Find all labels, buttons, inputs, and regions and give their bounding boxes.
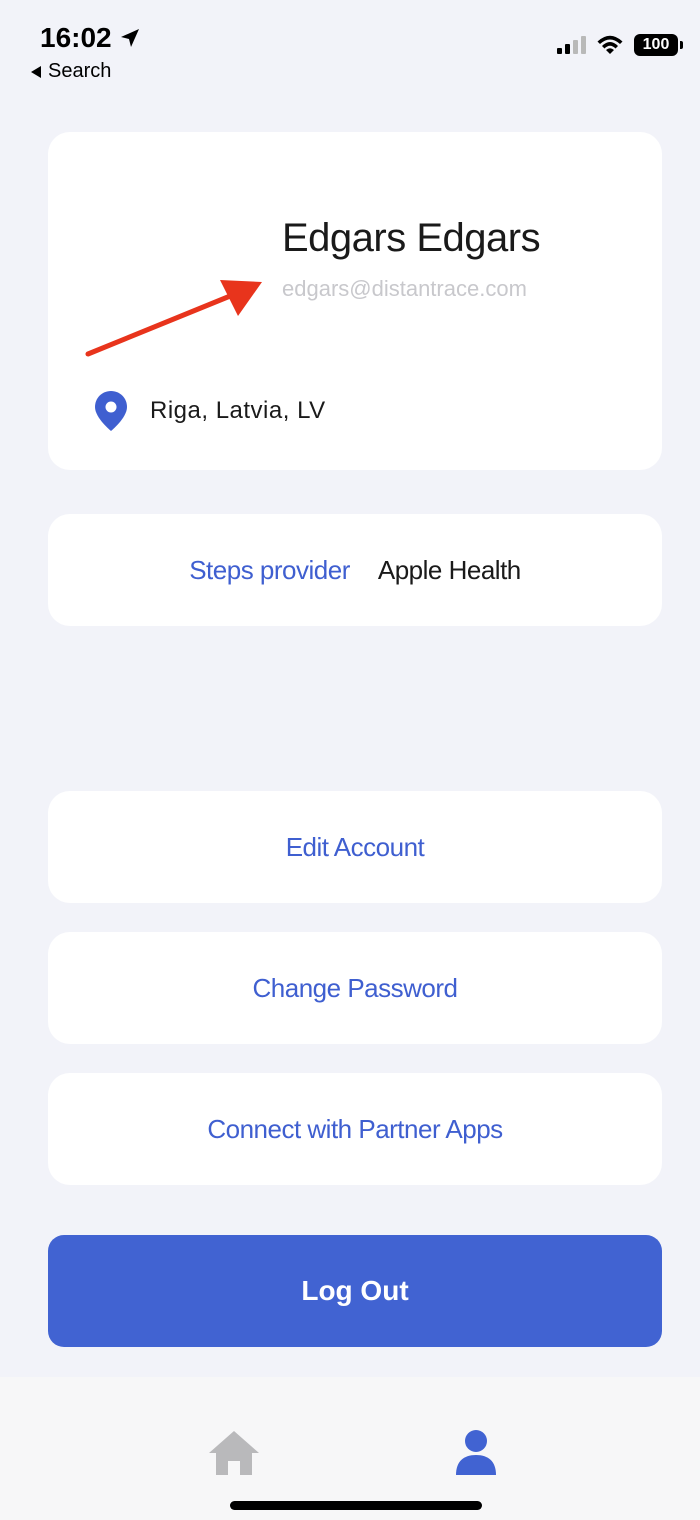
home-indicator <box>230 1501 482 1510</box>
back-label: Search <box>48 60 112 82</box>
change-password-button[interactable]: Change Password <box>48 932 662 1044</box>
wifi-icon <box>597 35 623 54</box>
profile-email: edgars@distantrace.com <box>282 276 527 301</box>
edit-account-button[interactable]: Edit Account <box>48 791 662 903</box>
steps-provider-value: Apple Health <box>377 554 521 585</box>
back-triangle-icon <box>31 65 41 78</box>
tab-home[interactable] <box>204 1423 264 1483</box>
status-time-text: 16:02 <box>40 22 112 53</box>
steps-provider-label[interactable]: Steps provider <box>189 555 350 586</box>
location-arrow-icon <box>120 29 139 47</box>
log-out-button[interactable]: Log Out <box>48 1235 662 1347</box>
annotation-arrow <box>85 280 262 357</box>
steps-provider-card[interactable]: Steps provider Apple Health <box>48 514 662 626</box>
status-indicators: 100 <box>557 34 683 56</box>
location-row: Riga, Latvia, LV <box>94 390 326 432</box>
battery-icon: 100 <box>634 34 683 56</box>
profile-name: Edgars Edgars <box>282 216 541 260</box>
back-to-search[interactable]: Search <box>30 60 111 83</box>
home-icon <box>209 1431 259 1475</box>
tab-profile[interactable] <box>446 1423 506 1483</box>
location-pin-icon <box>95 391 127 431</box>
tab-bar <box>0 1377 700 1520</box>
profile-icon <box>456 1430 496 1475</box>
cellular-signal-icon <box>557 36 586 54</box>
status-time: 16:02 <box>40 22 142 54</box>
location-text: Riga, Latvia, LV <box>150 397 326 424</box>
connect-partner-apps-button[interactable]: Connect with Partner Apps <box>48 1073 662 1185</box>
status-bar: 16:02 Search 100 <box>0 0 700 100</box>
